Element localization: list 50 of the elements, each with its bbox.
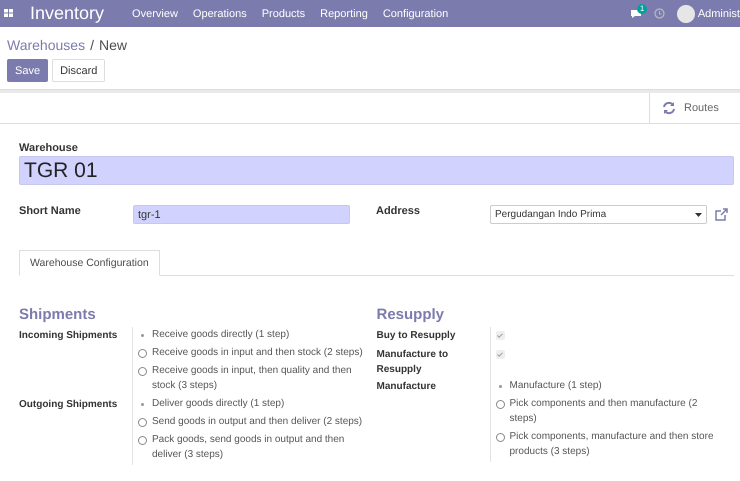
checkbox[interactable]: [496, 350, 504, 359]
address-select[interactable]: Pergudangan Indo Prima: [490, 205, 707, 224]
short-name-field[interactable]: tgr-1: [133, 205, 350, 224]
radio-button[interactable]: [138, 436, 147, 445]
external-link-icon[interactable]: [715, 208, 728, 221]
field-label: Outgoing Shipments: [19, 399, 118, 410]
breadcrumb-current: New: [98, 37, 127, 53]
field-label: Address: [376, 205, 422, 217]
option-label: Receive goods in input and then stock (2 steps): [152, 346, 363, 360]
warehouse-name-field[interactable]: TGR 01: [19, 156, 734, 185]
field-label: Incoming Shipments: [19, 330, 118, 341]
notification-badge: 1: [636, 4, 648, 14]
field-label: Short Name: [19, 205, 82, 217]
radio-button[interactable]: [138, 418, 147, 427]
avatar[interactable]: [676, 4, 695, 22]
field-label: Manufacture to Resupply: [376, 349, 448, 375]
caret-icon[interactable]: [695, 212, 702, 216]
breadcrumb-link[interactable]: Warehouses: [7, 37, 86, 53]
option-label: Deliver goods directly (1 step): [152, 397, 284, 411]
apps-icon[interactable]: [4, 9, 14, 18]
field-label: Manufacture: [376, 381, 436, 392]
field-label: Warehouse: [19, 142, 78, 154]
menu-item[interactable]: Operations: [192, 8, 247, 20]
field-label: Buy to Resupply: [376, 330, 456, 341]
refresh-icon: [662, 101, 676, 115]
clock-icon[interactable]: [654, 8, 665, 19]
option-label: Receive goods in input, then quality and then stock (3 steps): [152, 364, 353, 393]
discard-button[interactable]: Discard: [52, 59, 106, 82]
breadcrumb-separator: /: [90, 37, 94, 53]
section-title: Resupply: [376, 306, 446, 323]
radio-button[interactable]: [496, 433, 504, 442]
menu-item[interactable]: Overview: [132, 8, 178, 20]
option-label: Pick components, manufacture and then store products (3 steps): [510, 430, 715, 459]
radio-button[interactable]: [496, 400, 504, 409]
menu-item[interactable]: Products: [262, 8, 306, 20]
save-button[interactable]: Save: [7, 59, 48, 82]
option-label: Manufacture (1 step): [510, 379, 602, 393]
menu-item[interactable]: Configuration: [382, 8, 448, 20]
user-name[interactable]: Administ: [698, 8, 740, 20]
option-label: Send goods in output and then deliver (2 steps): [152, 415, 362, 429]
checkbox[interactable]: [496, 331, 504, 340]
section-title: Shipments: [19, 306, 97, 323]
app-title: Inventory: [30, 3, 104, 24]
radio-button[interactable]: [138, 367, 147, 376]
tab[interactable]: Warehouse Configuration: [19, 250, 160, 276]
option-label: Receive goods directly (1 step): [152, 328, 290, 342]
option-label: Pack goods, send goods in output and then deliver (3 steps): [152, 433, 346, 462]
menu-item[interactable]: Reporting: [320, 8, 368, 20]
radio-button[interactable]: [138, 349, 147, 358]
option-label: Pick components and then manufacture (2 steps): [510, 397, 698, 426]
